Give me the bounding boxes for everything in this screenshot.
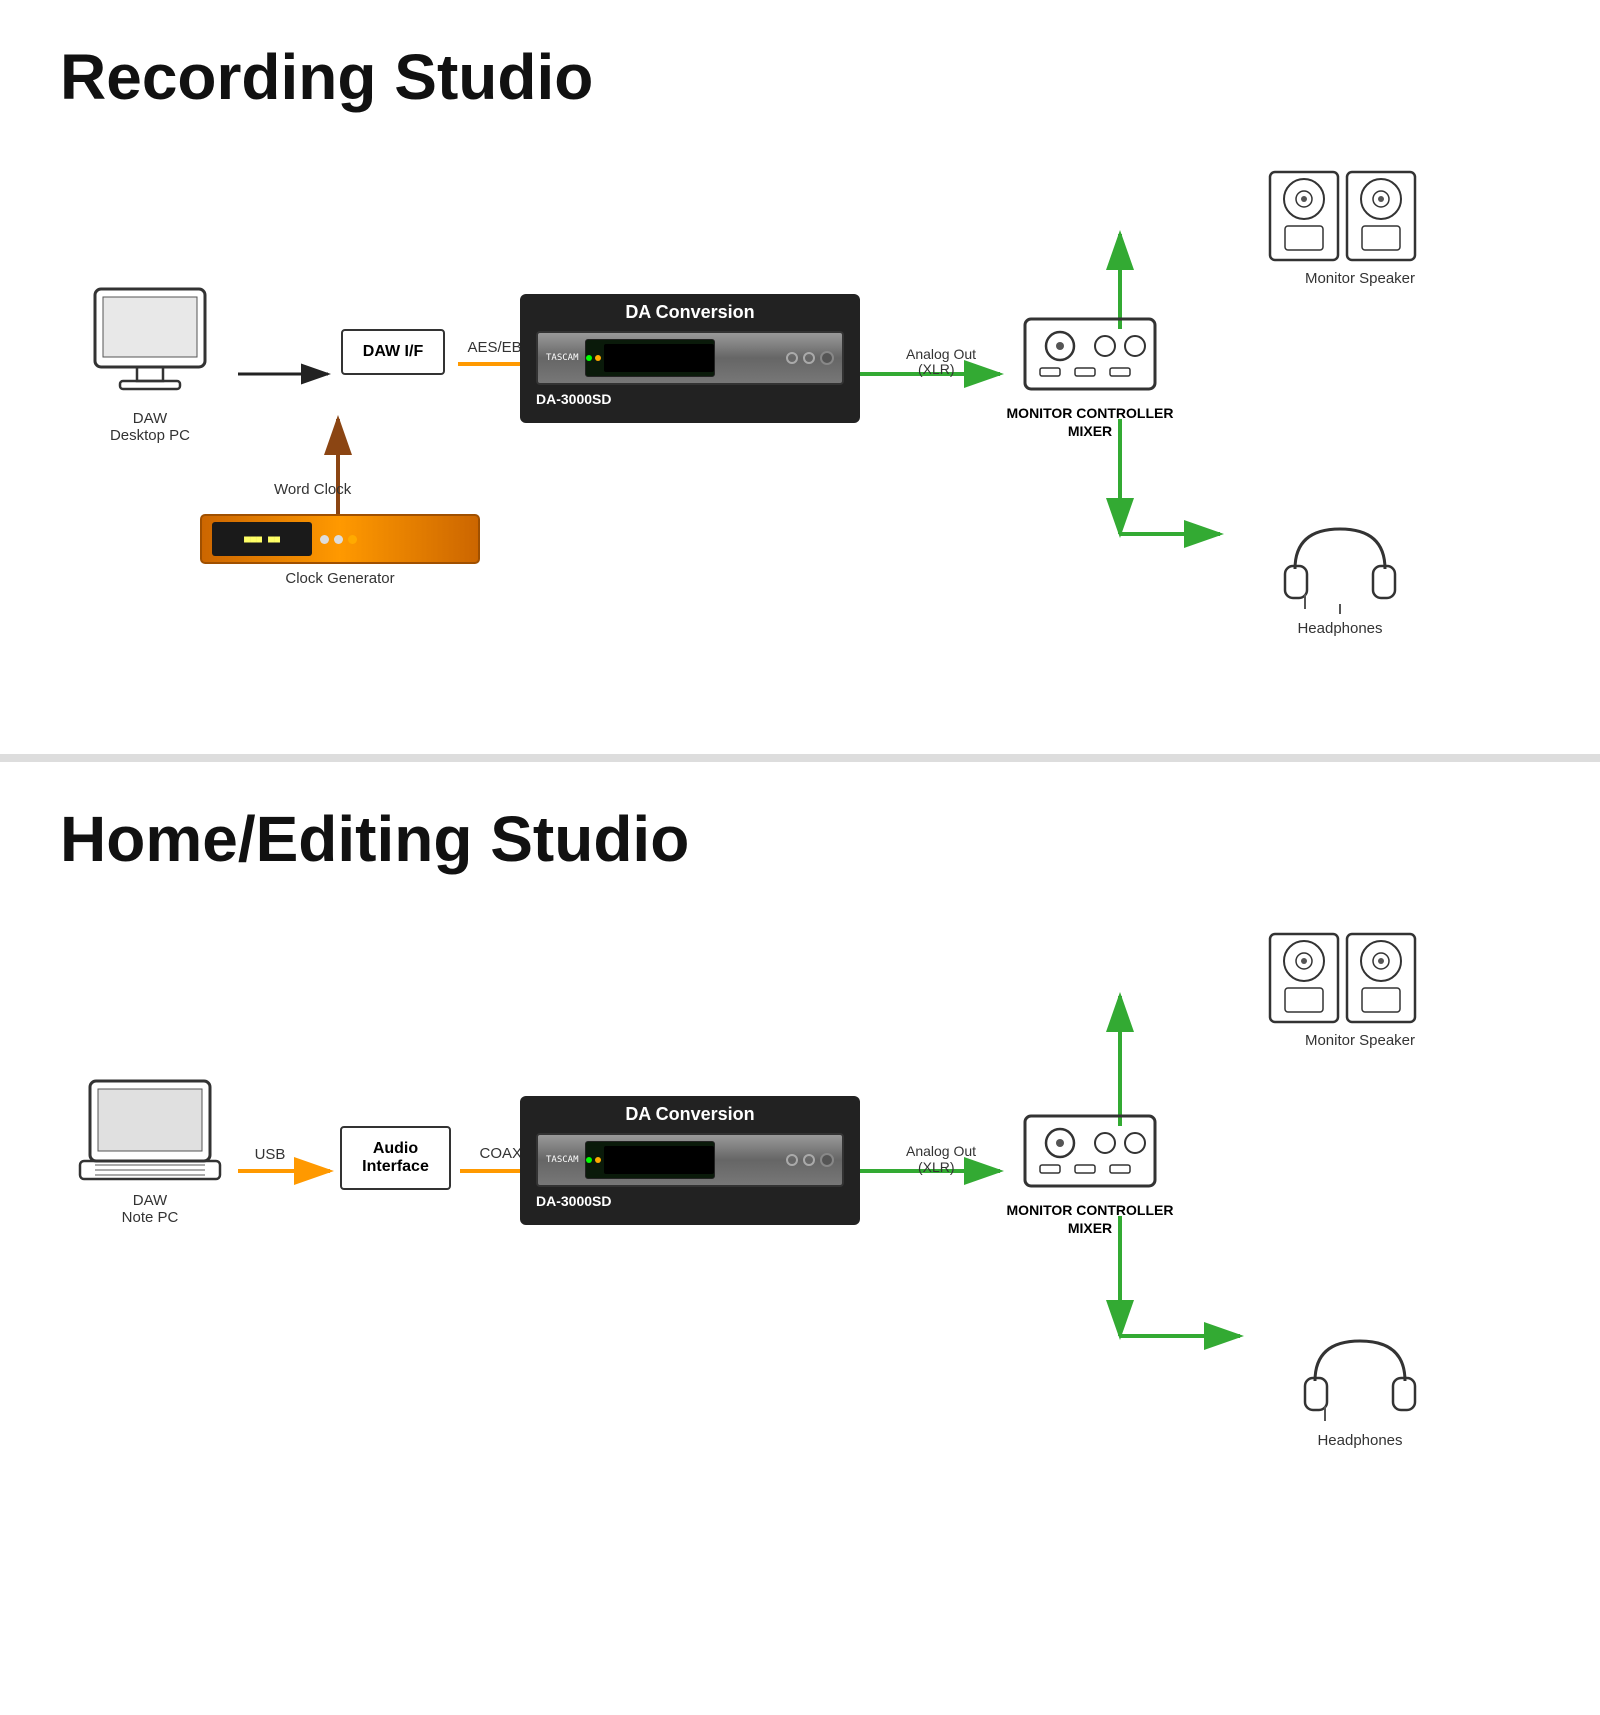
headphones-2: Headphones bbox=[1280, 1326, 1440, 1449]
da-conversion-title-1: DA Conversion bbox=[536, 302, 844, 323]
svg-text:(XLR): (XLR) bbox=[918, 1159, 955, 1175]
headphones-icon-2 bbox=[1300, 1326, 1420, 1426]
clock-gen-label: Clock Generator bbox=[285, 570, 394, 587]
audio-interface-label: AudioInterface bbox=[340, 1126, 451, 1190]
daw-if-box: DAW I/F bbox=[328, 329, 458, 375]
monitor-speaker-label-1: Monitor Speaker bbox=[1305, 270, 1415, 287]
monitor-speaker-1: Monitor Speaker bbox=[1260, 164, 1460, 287]
speaker-icon-1 bbox=[1265, 164, 1455, 264]
home-editing-diagram: USB COAXIAL Analog Out (XLR) bbox=[60, 916, 1540, 1476]
recording-studio-title: Recording Studio bbox=[60, 40, 1540, 114]
audio-interface-box: AudioInterface bbox=[328, 1126, 463, 1190]
daw-laptop: DAWNote PC bbox=[70, 1076, 230, 1226]
daw-if-label: DAW I/F bbox=[341, 329, 445, 375]
monitor-ctrl-label-1: MONITOR CONTROLLERMIXER bbox=[1007, 404, 1174, 440]
speaker-icon-2 bbox=[1265, 926, 1455, 1026]
svg-text:(XLR): (XLR) bbox=[918, 361, 955, 377]
desktop-pc-icon bbox=[85, 284, 215, 404]
daw-desktop-label: DAWDesktop PC bbox=[110, 410, 190, 444]
recording-studio-diagram: AES/EBU Word Clock Analog Out (XLR) bbox=[60, 154, 1540, 714]
section-divider bbox=[0, 754, 1600, 762]
headphones-1: Headphones bbox=[1260, 514, 1420, 637]
monitor-controller-1: MONITOR CONTROLLERMIXER bbox=[1000, 314, 1180, 440]
svg-text:Analog Out: Analog Out bbox=[906, 1143, 976, 1159]
monitor-speaker-label-2: Monitor Speaker bbox=[1305, 1032, 1415, 1049]
headphones-label-2: Headphones bbox=[1317, 1432, 1402, 1449]
da-device-label-2: DA-3000SD bbox=[536, 1193, 844, 1209]
recording-studio-section: Recording Studio bbox=[0, 0, 1600, 754]
clock-generator: ■■■ ■■ Clock Generator bbox=[200, 514, 480, 587]
monitor-ctrl-label-2: MONITOR CONTROLLERMIXER bbox=[1007, 1201, 1174, 1237]
monitor-speaker-2: Monitor Speaker bbox=[1260, 926, 1460, 1049]
svg-text:Word Clock: Word Clock bbox=[274, 481, 352, 498]
headphones-label-1: Headphones bbox=[1297, 620, 1382, 637]
da-device-label-1: DA-3000SD bbox=[536, 391, 844, 407]
monitor-controller-2: MONITOR CONTROLLERMIXER bbox=[1000, 1111, 1180, 1237]
home-editing-title: Home/Editing Studio bbox=[60, 802, 1540, 876]
daw-desktop-pc: DAWDesktop PC bbox=[70, 284, 230, 444]
home-editing-studio-section: Home/Editing Studio USB COAXIAL bbox=[0, 762, 1600, 1516]
mixer-icon-2 bbox=[1020, 1111, 1160, 1201]
svg-text:Analog Out: Analog Out bbox=[906, 346, 976, 362]
da-conversion-title-2: DA Conversion bbox=[536, 1104, 844, 1125]
laptop-icon bbox=[75, 1076, 225, 1186]
mixer-icon-1 bbox=[1020, 314, 1160, 404]
daw-laptop-label: DAWNote PC bbox=[122, 1192, 179, 1226]
headphones-icon-1 bbox=[1280, 514, 1400, 614]
svg-text:USB: USB bbox=[255, 1146, 286, 1163]
